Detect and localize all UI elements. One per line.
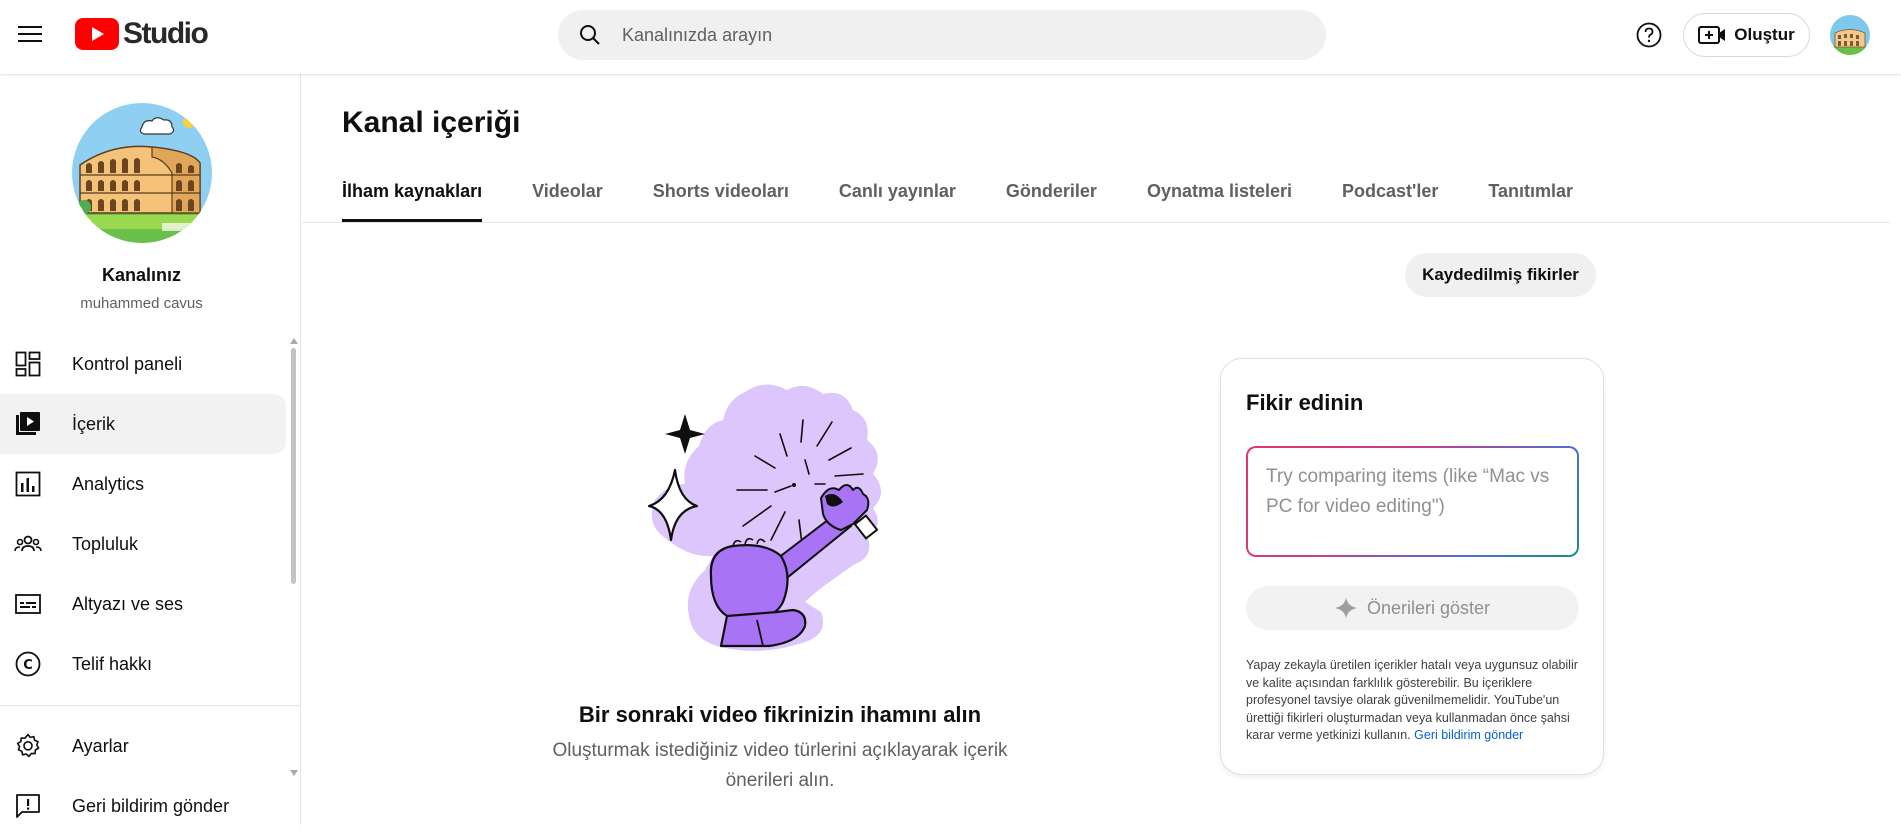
feedback-icon bbox=[14, 792, 42, 820]
sidebar-item-analytics[interactable]: Analytics bbox=[0, 454, 290, 514]
page-title: Kanal içeriği bbox=[342, 106, 521, 139]
create-video-icon bbox=[1698, 26, 1726, 44]
tab-promotions[interactable]: Tanıtımlar bbox=[1488, 172, 1573, 222]
dashboard-icon bbox=[14, 350, 42, 378]
sidebar-item-community[interactable]: Topluluk bbox=[0, 514, 290, 574]
sidebar-item-settings[interactable]: Ayarlar bbox=[0, 716, 290, 776]
show-suggestions-button[interactable]: Önerileri göster bbox=[1246, 586, 1579, 630]
show-suggestions-label: Önerileri göster bbox=[1366, 597, 1491, 618]
channel-avatar[interactable] bbox=[72, 103, 212, 243]
tab-videos[interactable]: Videolar bbox=[532, 172, 603, 222]
copyright-icon: C bbox=[14, 650, 42, 678]
sidebar-item-label: Altyazı ve ses bbox=[72, 593, 184, 614]
sidebar-item-copyright[interactable]: C Telif hakkı bbox=[0, 634, 290, 694]
youtube-play-icon bbox=[75, 18, 119, 50]
sidebar-item-label: Topluluk bbox=[72, 533, 139, 554]
promo-subtitle: Oluşturmak istediğiniz video türlerini a… bbox=[552, 740, 1008, 791]
tab-inspiration[interactable]: İlham kaynakları bbox=[342, 172, 483, 222]
search-icon[interactable] bbox=[558, 23, 622, 47]
tab-live[interactable]: Canlı yayınlar bbox=[839, 172, 956, 222]
channel-handle: muhammed cavus bbox=[80, 295, 203, 312]
sidebar: Kanalınız muhammed cavus Kontrol paneli … bbox=[0, 74, 301, 825]
community-icon bbox=[14, 530, 42, 558]
svg-text:C: C bbox=[23, 658, 33, 673]
sidebar-divider bbox=[0, 705, 300, 706]
analytics-icon bbox=[14, 470, 42, 498]
send-feedback-link[interactable]: Geri bildirim gönder bbox=[1414, 728, 1523, 742]
account-avatar[interactable] bbox=[1830, 15, 1870, 55]
sidebar-item-label: Geri bildirim gönder bbox=[72, 795, 230, 816]
subtitles-icon bbox=[14, 590, 42, 618]
create-button[interactable]: Oluştur bbox=[1683, 13, 1810, 57]
sidebar-item-label: Ayarlar bbox=[72, 735, 129, 756]
search-bar[interactable] bbox=[558, 10, 1326, 60]
search-input[interactable] bbox=[622, 24, 1326, 46]
scroll-thumb[interactable] bbox=[291, 348, 296, 584]
sidebar-item-feedback[interactable]: Geri bildirim gönder bbox=[0, 776, 290, 836]
tab-podcasts[interactable]: Podcast'ler bbox=[1342, 172, 1438, 222]
tab-playlists[interactable]: Oynatma listeleri bbox=[1147, 172, 1292, 222]
promo-title: Bir sonraki video fikrinizin ihamını alı… bbox=[578, 702, 982, 727]
logo-text: Studio bbox=[123, 17, 209, 50]
sidebar-item-label: Analytics bbox=[72, 473, 145, 494]
help-icon bbox=[1636, 22, 1662, 48]
idea-input-frame bbox=[1246, 446, 1579, 557]
tab-shorts[interactable]: Shorts videoları bbox=[653, 172, 789, 222]
content-tabs: İlham kaynakları Videolar Shorts videola… bbox=[342, 172, 1623, 222]
sidebar-item-label: Kontrol paneli bbox=[72, 353, 183, 374]
ai-disclaimer: Yapay zekayla üretilen içerikler hatalı … bbox=[1246, 657, 1586, 745]
sidebar-item-subtitles[interactable]: Altyazı ve ses bbox=[0, 574, 290, 634]
card-title: Fikir edinin bbox=[1246, 390, 1364, 415]
top-header: Studio Oluştur bbox=[0, 0, 1901, 74]
get-ideas-card: Fikir edinin Önerileri göster Yapay zeka… bbox=[1220, 358, 1604, 775]
hamburger-icon bbox=[18, 26, 42, 42]
scroll-down-arrow[interactable] bbox=[290, 770, 298, 776]
inspiration-illustration bbox=[645, 380, 910, 665]
idea-prompt-input[interactable] bbox=[1248, 448, 1577, 555]
studio-logo[interactable]: Studio bbox=[75, 16, 209, 52]
sidebar-bottom-nav: Ayarlar Geri bildirim gönder bbox=[0, 716, 290, 836]
sparkle-icon bbox=[1334, 597, 1357, 619]
saved-ideas-button[interactable]: Kaydedilmiş fikirler bbox=[1405, 253, 1596, 297]
sidebar-nav: Kontrol paneli İçerik Analytics Topluluk… bbox=[0, 334, 290, 694]
scroll-up-arrow[interactable] bbox=[290, 338, 298, 344]
sidebar-item-label: İçerik bbox=[72, 413, 116, 434]
hamburger-menu-button[interactable] bbox=[10, 14, 50, 54]
gear-icon bbox=[14, 732, 42, 760]
tab-posts[interactable]: Gönderiler bbox=[1006, 172, 1097, 222]
channel-name: Kanalınız bbox=[101, 265, 181, 285]
sidebar-item-dashboard[interactable]: Kontrol paneli bbox=[0, 334, 290, 394]
sidebar-scrollbar[interactable] bbox=[290, 338, 298, 776]
tabs-divider bbox=[302, 222, 1890, 223]
help-button[interactable] bbox=[1631, 17, 1667, 53]
sidebar-item-content[interactable]: İçerik bbox=[0, 394, 286, 454]
create-label: Oluştur bbox=[1734, 25, 1795, 44]
disclaimer-text: Yapay zekayla üretilen içerikler hatalı … bbox=[1246, 658, 1578, 742]
sidebar-item-label: Telif hakkı bbox=[72, 653, 153, 674]
content-icon bbox=[14, 410, 42, 438]
